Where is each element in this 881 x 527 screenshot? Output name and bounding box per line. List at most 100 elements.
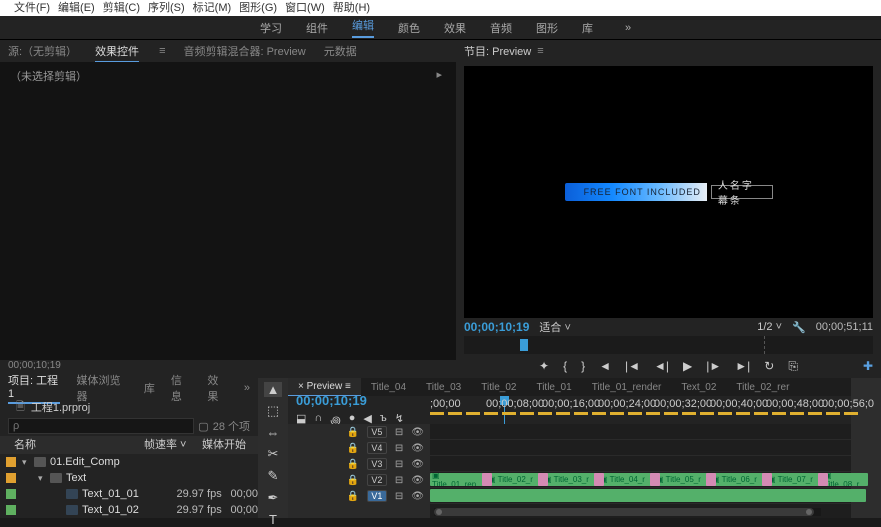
tool-button[interactable]: T xyxy=(264,512,282,527)
track-id[interactable]: V5 xyxy=(367,426,387,438)
tree-row[interactable]: Text_01_0229.97 fps00;00 xyxy=(0,502,258,518)
track-header[interactable]: 🔒 V1 ⊟ 👁 xyxy=(288,488,430,504)
transport-button[interactable]: ◄ xyxy=(599,359,611,373)
transition-clip[interactable] xyxy=(706,473,716,486)
video-clip[interactable]: ▣ Title_02_r xyxy=(486,473,540,486)
program-video-area[interactable]: FREE FONT INCLUDED 人名字幕条 xyxy=(464,66,873,318)
source-panel-tab[interactable]: 音频剪辑混合器: Preview xyxy=(183,43,305,59)
tool-button[interactable]: ⇔ xyxy=(264,425,282,440)
project-tree[interactable]: ▾01.Edit_Comp▾TextText_01_0129.97 fps00;… xyxy=(0,454,258,518)
col-name[interactable]: 名称 xyxy=(14,436,144,454)
tree-row[interactable]: ▾Text xyxy=(0,470,258,486)
track-header[interactable]: 🔒V4⊟👁 xyxy=(288,440,430,456)
col-start[interactable]: 媒体开始 xyxy=(202,436,258,454)
sync-icon[interactable]: ⊟ xyxy=(395,475,403,486)
sequence-tab[interactable]: Title_02_rer xyxy=(726,378,799,396)
video-clip[interactable]: ▣ Title_08_r xyxy=(822,473,868,486)
track-id[interactable]: V1 xyxy=(367,490,387,502)
transport-button[interactable]: ✦ xyxy=(539,359,549,373)
sync-icon[interactable]: ⊟ xyxy=(395,491,403,502)
app-menubar[interactable]: 文件(F)编辑(E)剪辑(C)序列(S)标记(M)图形(G)窗口(W)帮助(H) xyxy=(0,0,881,16)
project-columns-header[interactable]: 名称 帧速率 ˅ 媒体开始 xyxy=(0,436,258,454)
eye-icon[interactable]: 👁 xyxy=(411,491,424,502)
menu-item[interactable]: 剪辑(C) xyxy=(99,0,144,16)
transport-button[interactable]: ◄| xyxy=(654,359,669,373)
workspace-tab[interactable]: 组件 xyxy=(306,20,328,36)
transport-button[interactable]: } xyxy=(581,359,585,373)
transition-clip[interactable] xyxy=(594,473,604,486)
workspace-tab[interactable]: 学习 xyxy=(260,20,282,36)
lock-icon[interactable]: 🔒 xyxy=(346,443,358,454)
tool-button[interactable]: ⬚ xyxy=(264,403,282,419)
workspace-tab[interactable]: 音频 xyxy=(490,20,512,36)
eye-icon[interactable]: 👁 xyxy=(411,427,424,438)
tools-panel[interactable]: ▲⬚⇔✂✎✒T xyxy=(258,378,288,518)
disclosure-triangle-icon[interactable]: ▾ xyxy=(22,457,32,468)
track-header[interactable]: 🔒V5⊟👁 xyxy=(288,424,430,440)
workspace-tab[interactable]: 颜色 xyxy=(398,20,420,36)
eye-icon[interactable]: 👁 xyxy=(411,475,424,486)
program-tab[interactable]: 节目: Preview ≡ xyxy=(456,40,881,62)
program-scrub-bar[interactable] xyxy=(464,336,873,354)
resolution-dropdown[interactable]: 1/2 ˅ xyxy=(757,321,782,333)
chevron-right-icon[interactable]: ▸ xyxy=(436,68,442,81)
more-icon[interactable]: » xyxy=(244,382,250,394)
lock-icon[interactable]: 🔒 xyxy=(346,475,358,486)
eye-icon[interactable]: 👁 xyxy=(411,443,424,454)
hamburger-icon[interactable]: ≡ xyxy=(537,45,543,57)
track-lane[interactable] xyxy=(430,440,851,456)
project-tabs[interactable]: 项目: 工程1媒体浏览器库信息效果» xyxy=(0,378,258,398)
bin-icon[interactable]: ▢ xyxy=(198,420,208,433)
tool-button[interactable]: ▲ xyxy=(264,382,282,397)
menu-item[interactable]: 帮助(H) xyxy=(329,0,374,16)
workspace-tab[interactable]: 编辑 xyxy=(352,17,374,38)
transport-button[interactable]: ▶ xyxy=(683,359,692,373)
video-clip[interactable]: ▣ Title_07_r xyxy=(766,473,820,486)
workspace-tab[interactable]: 效果 xyxy=(444,20,466,36)
video-clip[interactable]: ▣ Title_03_r xyxy=(542,473,596,486)
track-lane[interactable] xyxy=(430,488,851,504)
sequence-tab[interactable]: Title_02 xyxy=(471,378,526,396)
menu-item[interactable]: 编辑(E) xyxy=(54,0,99,16)
col-fps[interactable]: 帧速率 ˅ xyxy=(144,436,202,454)
workspace-tab[interactable]: 库 xyxy=(582,20,593,36)
program-timecode[interactable]: 00;00;10;19 xyxy=(464,320,529,334)
track-header[interactable]: 🔒V3⊟👁 xyxy=(288,456,430,472)
transition-clip[interactable] xyxy=(538,473,548,486)
track-id[interactable]: V4 xyxy=(367,442,387,454)
workspace-tabs[interactable]: 学习组件编辑颜色效果音频图形库» xyxy=(0,16,881,40)
sequence-tab[interactable]: Title_01 xyxy=(526,378,581,396)
playhead-marker[interactable] xyxy=(520,339,528,351)
video-clip[interactable] xyxy=(430,489,866,502)
track-lanes[interactable]: ▣ Title_01_ren▣ Title_02_r▣ Title_03_r▣ … xyxy=(430,424,851,518)
menu-item[interactable]: 标记(M) xyxy=(189,0,236,16)
project-search-input[interactable] xyxy=(8,418,194,434)
back-icon[interactable]: 🗎 xyxy=(16,398,25,417)
timeline-timecode[interactable]: 00;00;10;19 xyxy=(296,393,430,408)
hamburger-icon[interactable]: ≡ xyxy=(159,45,165,57)
transport-button[interactable]: ↻ xyxy=(764,359,774,373)
transport-button[interactable]: |► xyxy=(706,359,721,373)
video-clip[interactable]: ▣ Title_01_ren xyxy=(430,473,484,486)
lock-icon[interactable]: 🔒 xyxy=(346,491,358,502)
transition-clip[interactable] xyxy=(482,473,492,486)
source-tabs[interactable]: 源:（无剪辑）效果控件≡音频剪辑混合器: Preview元数据 xyxy=(0,40,456,62)
sequence-tab[interactable]: Text_02 xyxy=(671,378,726,396)
tool-button[interactable]: ✒ xyxy=(264,490,282,506)
tree-row[interactable]: Text_01_0129.97 fps00;00 xyxy=(0,486,258,502)
lock-icon[interactable]: 🔒 xyxy=(346,459,358,470)
tool-button[interactable]: ✎ xyxy=(264,468,282,484)
time-ruler[interactable]: ;00;0000;00;08;0000;00;16;0000;00;24;000… xyxy=(430,396,851,424)
transition-clip[interactable] xyxy=(818,473,828,486)
menu-item[interactable]: 图形(G) xyxy=(235,0,281,16)
sync-icon[interactable]: ⊟ xyxy=(395,459,403,470)
scrollbar-thumb[interactable] xyxy=(434,508,814,516)
transport-controls[interactable]: ✦{}◄|◄◄|▶|►►|↻⎘✚ xyxy=(456,354,881,378)
menu-item[interactable]: 文件(F) xyxy=(10,0,54,16)
fit-dropdown[interactable]: 适合 ˅ xyxy=(539,319,570,335)
eye-icon[interactable]: 👁 xyxy=(411,459,424,470)
source-panel-tab[interactable]: 效果控件 xyxy=(95,43,139,59)
video-clip[interactable]: ▣ Title_04_r xyxy=(598,473,652,486)
track-lane[interactable] xyxy=(430,456,851,472)
project-file-row[interactable]: 🗎 工程1.prproj xyxy=(0,398,258,416)
